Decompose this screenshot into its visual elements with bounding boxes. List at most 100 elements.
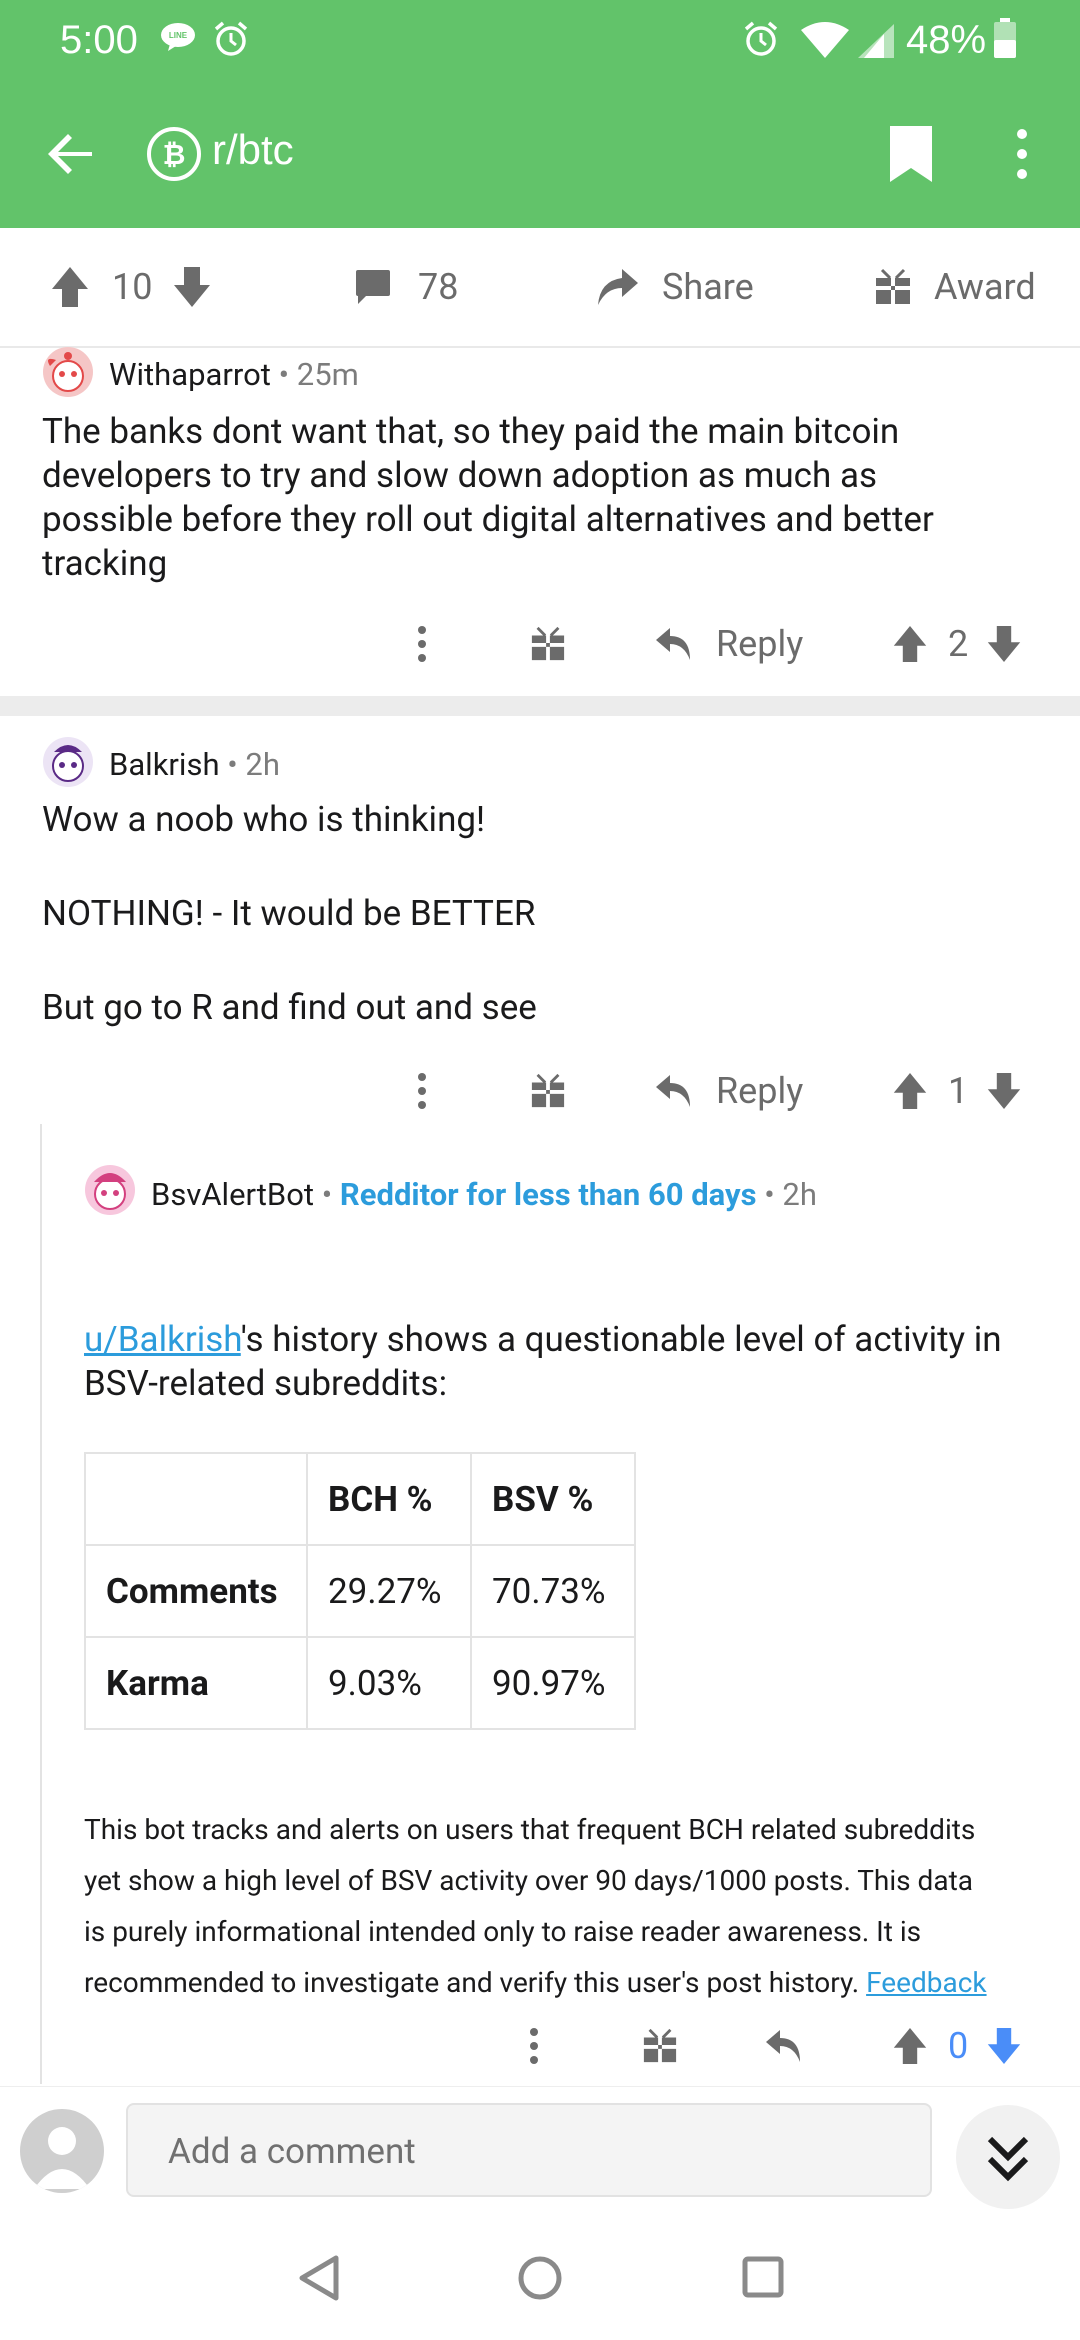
gift-icon [531,626,565,661]
comment-paragraph: But go to R and find out and see [42,987,537,1028]
comment-author[interactable]: Balkrish [109,746,220,783]
comment-more-button[interactable] [522,2016,546,2076]
more-vertical-icon [418,1073,426,1109]
comment-reply-button[interactable] [764,2016,804,2076]
table-row-label: Karma [84,1636,308,1730]
back-arrow-icon[interactable] [40,122,104,186]
bot-intro-line: u/Balkrish's history shows a questionabl… [84,1318,1074,1362]
reply-arrow-icon [766,2030,800,2062]
comment-award-button[interactable] [530,1061,566,1121]
snoo-avatar[interactable] [42,346,94,398]
comment-more-button[interactable] [410,1061,434,1121]
comment-paragraph: NOTHING! - It would be BETTER [42,893,536,934]
more-vertical-icon [418,626,426,662]
comment-bubble-icon [356,270,390,304]
more-options-icon[interactable] [1004,124,1040,184]
comment-author-line: BsvAlertBot • Redditor for less than 60 … [151,1176,817,1213]
comments-count-button[interactable]: 78 [354,262,458,312]
downvote-arrow-icon[interactable] [172,265,212,309]
comment-award-button[interactable] [642,2016,678,2076]
upvote-arrow-icon[interactable] [892,2026,928,2066]
battery-icon [994,18,1016,58]
table-header-cell: BSV % [470,1452,636,1546]
reply-arrow-icon [656,1075,690,1107]
downvote-arrow-icon[interactable] [986,2026,1022,2066]
downvote-arrow-icon[interactable] [986,1071,1022,1111]
svg-text:LINE: LINE [169,31,188,40]
comment-author[interactable]: BsvAlertBot [151,1176,314,1213]
wifi-icon [801,22,849,58]
comment-balkrish: Balkrish • 2h Wow a noob who is thinking… [0,736,1080,1126]
nav-home-icon[interactable] [518,2256,562,2300]
table-header-row: BCH % BSV % [84,1452,636,1546]
subreddit-name[interactable]: r/btc [212,126,294,174]
comment-vote-group: 0 [892,2016,1022,2076]
table-header-cell: BCH % [306,1452,472,1546]
table-row-label: Comments [84,1544,308,1638]
nav-back-icon[interactable] [296,2254,340,2302]
activity-table: BCH % BSV % Comments 29.27% 70.73% Karma… [84,1452,636,1730]
award-button[interactable]: Award [874,262,1036,312]
nav-recents-icon[interactable] [742,2256,784,2298]
bot-footer-line: yet show a high level of BSV activity ov… [84,1864,973,1897]
comment-vote-group: 1 [892,1061,1022,1121]
add-comment-input[interactable]: Add a comment [126,2103,932,2197]
system-nav-bar [0,2216,1080,2340]
table-header-cell [84,1452,308,1546]
snoo-avatar[interactable] [84,1164,136,1216]
bot-intro-text: 's history shows a questionable level of… [240,1319,1002,1360]
user-link[interactable]: u/Balkrish [84,1319,241,1360]
comment-age: 25m [296,356,359,393]
bot-footer-line: recommended to investigate and verify th… [84,1966,860,1999]
table-cell: 70.73% [470,1544,636,1638]
snoo-avatar[interactable] [42,736,94,788]
comment-toolbar: Reply 1 [0,1061,1080,1121]
share-button[interactable]: Share [596,262,754,312]
reply-arrow-icon [656,628,690,660]
comment-reply-button[interactable]: Reply [654,614,803,674]
comment-body: The banks dont want that, so they paid t… [42,410,934,586]
more-vertical-icon [530,2028,538,2064]
share-icon [598,269,638,305]
alarm-icon [744,21,778,56]
subreddit-bitcoin-icon: ₿ [147,127,201,181]
battery-percent: 48% [906,18,987,62]
comment-line: The banks dont want that, so they paid t… [42,411,900,452]
gift-icon [643,2028,677,2063]
comment-age: 2h [782,1176,817,1213]
app-bar: ₿ r/btc [0,80,1080,228]
comment-bsvalertbot: BsvAlertBot • Redditor for less than 60 … [0,1164,1080,2086]
bot-footer-line: This bot tracks and alerts on users that… [84,1813,976,1846]
feedback-link[interactable]: Feedback [866,1966,986,1999]
upvote-arrow-icon[interactable] [892,1071,928,1111]
comment-score: 0 [948,2025,969,2067]
bookmark-icon[interactable] [886,124,936,184]
comment-reply-button[interactable]: Reply [654,1061,803,1121]
reply-label: Reply [716,623,804,665]
comments-count: 78 [418,266,459,308]
comment-vote-group: 2 [892,614,1022,674]
comment-author-line: Withaparrot • 25m [109,356,359,393]
comment-more-button[interactable] [410,614,434,674]
comment-line: possible before they roll out digital al… [42,499,934,540]
reply-label: Reply [716,1070,804,1112]
table-cell: 90.97% [470,1636,636,1730]
bot-footer-line: is purely informational intended only to… [84,1915,922,1948]
upvote-arrow-icon[interactable] [892,624,928,664]
comment-author[interactable]: Withaparrot [109,356,271,393]
gift-icon [876,268,910,304]
jump-down-button[interactable] [956,2105,1060,2209]
user-flair: Redditor for less than 60 days [339,1176,757,1213]
table-row: Comments 29.27% 70.73% [84,1544,636,1638]
user-avatar[interactable] [20,2109,104,2193]
double-chevron-down-icon [987,2136,1029,2182]
table-row: Karma 9.03% 90.97% [84,1636,636,1730]
status-bar: 5:00 LINE 48% [0,0,1080,80]
comment-award-button[interactable] [530,614,566,674]
line-app-icon: LINE [161,23,195,51]
comment-line: tracking [42,543,168,584]
downvote-arrow-icon[interactable] [986,624,1022,664]
default-avatar-icon [34,2127,90,2189]
comment-line: developers to try and slow down adoption… [42,455,878,496]
upvote-arrow-icon[interactable] [50,265,90,309]
